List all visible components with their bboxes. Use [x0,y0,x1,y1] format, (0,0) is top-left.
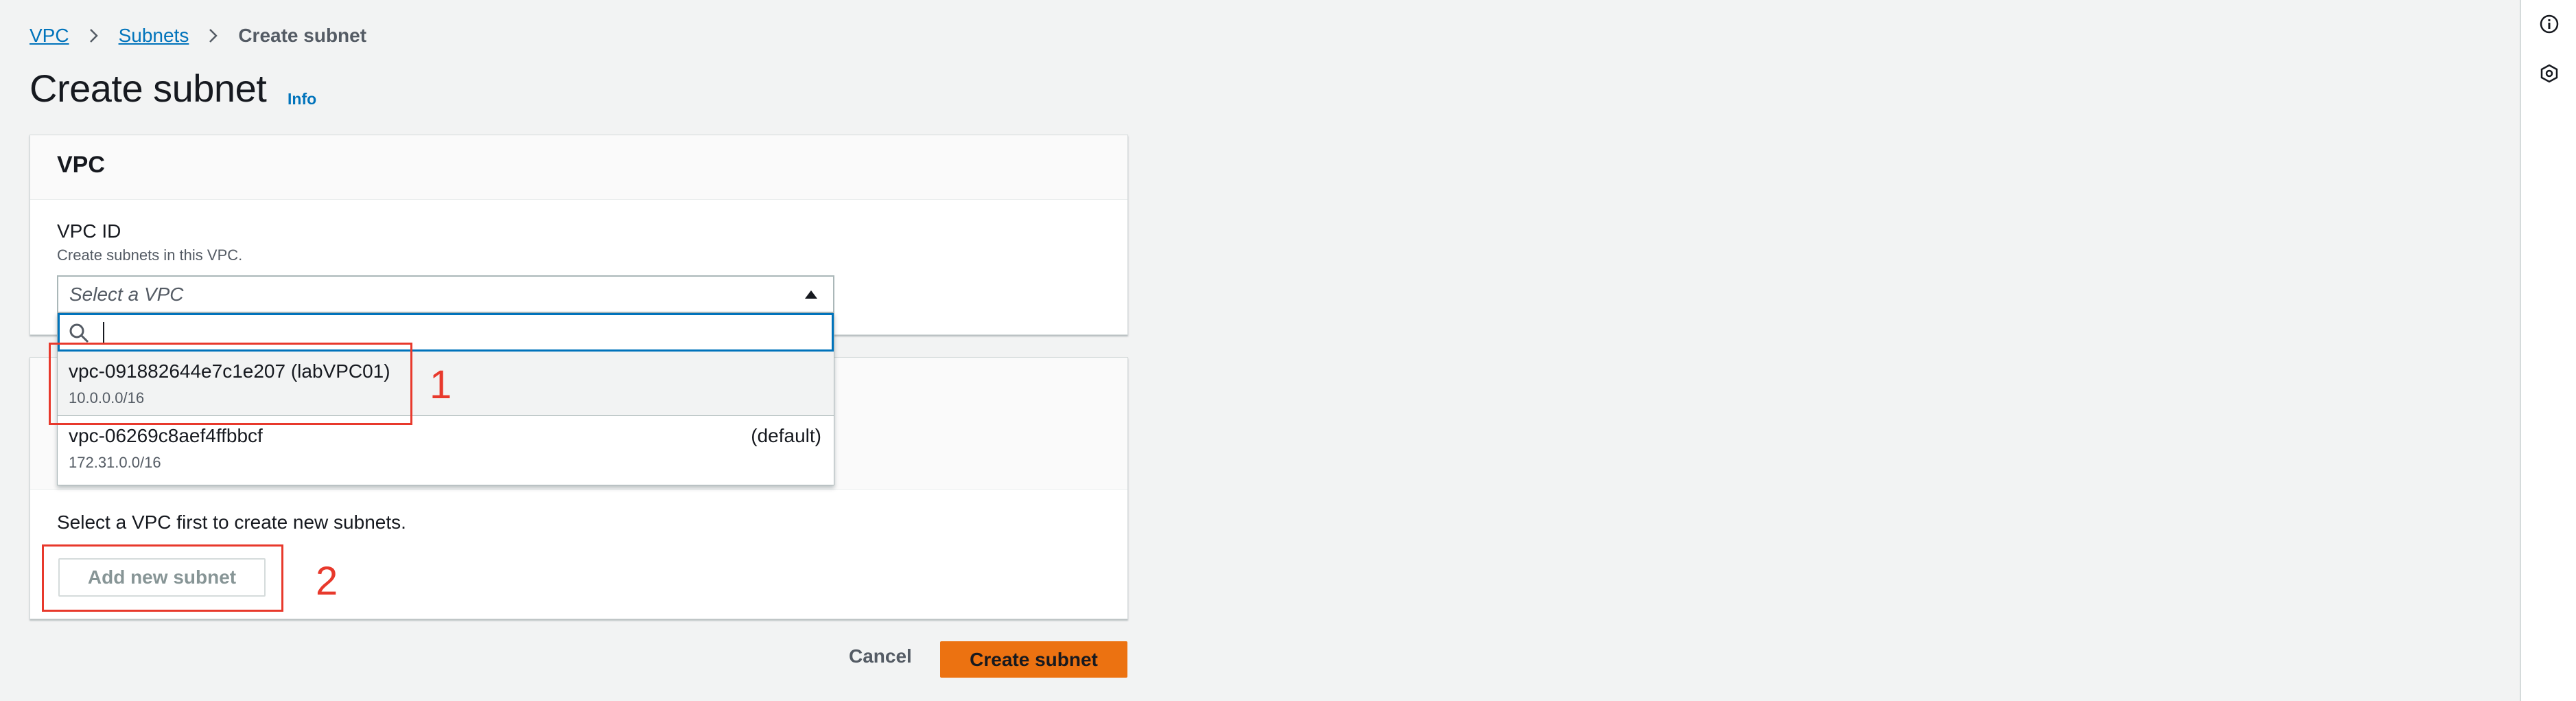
main-content: VPC Subnets Create subnet Create subnet … [0,0,2520,701]
vpc-panel-heading: VPC [30,135,1127,200]
text-cursor [103,322,104,343]
vpc-option-cidr: 172.31.0.0/16 [69,454,161,471]
vpc-option-id: vpc-06269c8aef4ffbbcf [69,425,263,446]
annotation-box-2 [42,544,283,612]
info-link[interactable]: Info [288,90,316,108]
cancel-button[interactable]: Cancel [849,645,912,667]
annotation-number-2: 2 [316,559,338,604]
vpc-option-default[interactable]: vpc-06269c8aef4ffbbcf 172.31.0.0/16 (def… [58,416,834,481]
caret-up-icon [804,288,818,301]
settings-hex-icon[interactable] [2539,63,2560,84]
vpc-select-placeholder: Select a VPC [69,283,184,305]
info-circle-icon[interactable] [2539,14,2560,34]
breadcrumb-current: Create subnet [238,25,367,46]
breadcrumb-link-vpc[interactable]: VPC [30,25,69,47]
annotation-box-1 [49,343,412,425]
search-icon [68,322,90,344]
page-title: Create subnet [30,67,267,110]
breadcrumb-link-subnets[interactable]: Subnets [119,25,189,47]
vpc-id-description: Create subnets in this VPC. [57,246,243,264]
right-tools-panel [2520,0,2576,701]
chevron-right-icon [89,26,99,45]
create-subnet-button[interactable]: Create subnet [940,641,1127,678]
vpc-select[interactable]: Select a VPC [57,275,834,312]
subnet-message: Select a VPC first to create new subnets… [57,512,406,533]
vpc-option-default-tag: (default) [751,425,821,446]
breadcrumb: VPC Subnets Create subnet [30,22,366,49]
annotation-number-1: 1 [430,363,452,407]
chevron-right-icon [208,26,219,45]
vpc-id-label: VPC ID [57,220,121,242]
